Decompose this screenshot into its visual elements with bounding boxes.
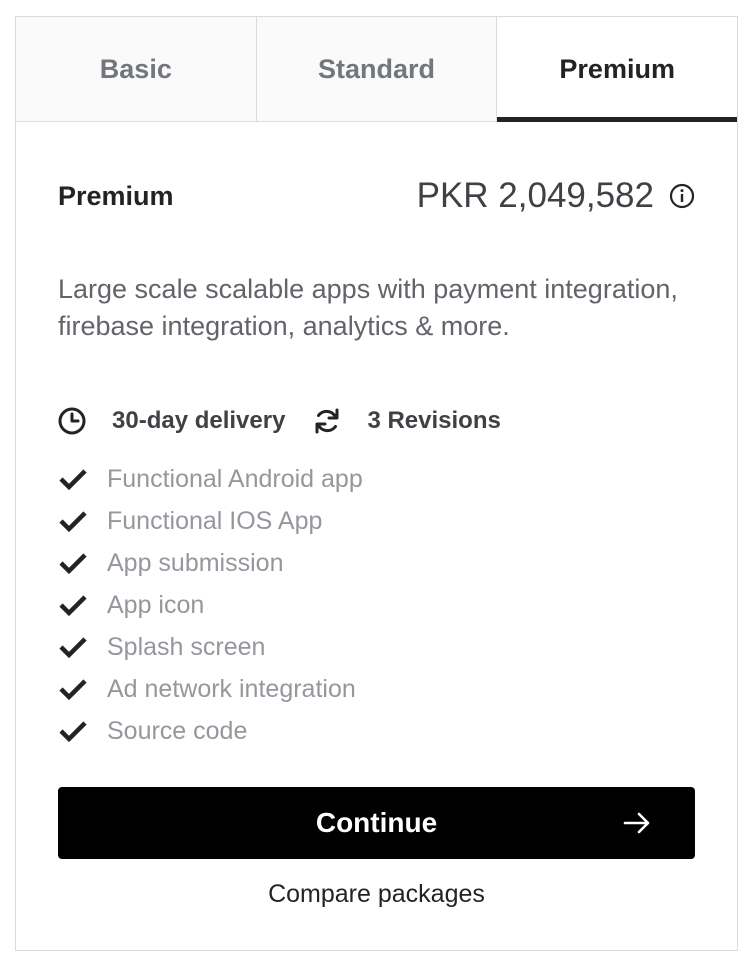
tab-premium[interactable]: Premium: [497, 17, 738, 122]
feature-label: Functional IOS App: [107, 506, 323, 535]
info-icon[interactable]: [669, 183, 695, 209]
compare-packages-link[interactable]: Compare packages: [16, 880, 737, 909]
refresh-icon: [313, 407, 354, 435]
feature-item: Functional Android app: [58, 458, 363, 500]
price-group: PKR 2,049,582: [417, 176, 695, 216]
continue-label: Continue: [315, 807, 438, 838]
feature-label: Source code: [107, 716, 248, 745]
check-icon: [58, 677, 88, 701]
feature-label: App icon: [107, 590, 205, 619]
check-icon: [58, 551, 88, 575]
check-icon: [58, 593, 88, 617]
feature-item: Source code: [58, 710, 363, 752]
feature-list: Functional Android app Functional IOS Ap…: [58, 458, 363, 752]
continue-button[interactable]: Continue: [58, 787, 695, 859]
feature-label: App submission: [107, 548, 284, 577]
tab-basic[interactable]: Basic: [16, 17, 257, 121]
package-price: PKR 2,049,582: [416, 176, 654, 215]
delivery-time: 30-day delivery: [58, 407, 285, 435]
arrow-right-icon: [623, 809, 651, 837]
check-icon: [58, 635, 88, 659]
package-name: Premium: [58, 180, 174, 211]
check-icon: [58, 509, 88, 533]
package-tabs: Basic Standard Premium: [16, 17, 738, 122]
package-description: Large scale scalable apps with payment i…: [58, 274, 678, 341]
feature-label: Functional Android app: [107, 464, 363, 493]
feature-label: Splash screen: [107, 632, 266, 661]
package-header: Premium PKR 2,049,582: [58, 176, 695, 216]
package-meta: 30-day delivery 3 Revisions: [58, 407, 529, 435]
feature-item: App submission: [58, 542, 363, 584]
revisions-label: 3 Revisions: [367, 407, 501, 434]
package-card: Basic Standard Premium Premium PKR 2,049…: [15, 16, 738, 951]
delivery-label: 30-day delivery: [112, 407, 286, 434]
revisions-count: 3 Revisions: [313, 407, 501, 435]
feature-item: Functional IOS App: [58, 500, 363, 542]
check-icon: [58, 467, 88, 491]
feature-item: Ad network integration: [58, 668, 363, 710]
tab-standard[interactable]: Standard: [256, 17, 498, 121]
feature-item: App icon: [58, 584, 363, 626]
clock-icon: [58, 407, 99, 435]
feature-label: Ad network integration: [107, 674, 356, 703]
check-icon: [58, 719, 88, 743]
feature-item: Splash screen: [58, 626, 363, 668]
